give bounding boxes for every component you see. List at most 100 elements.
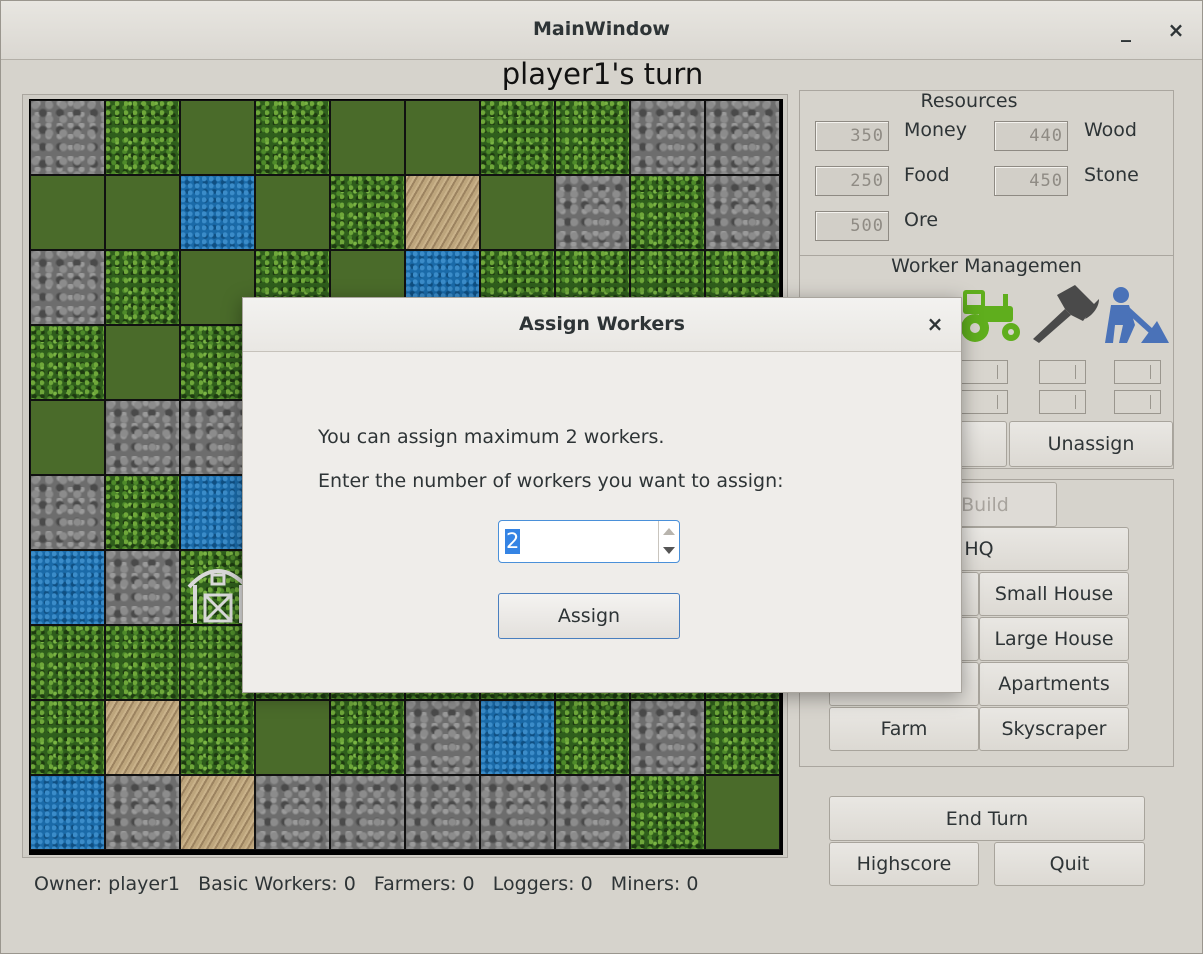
stone-label: Stone (1084, 164, 1139, 186)
tile-field[interactable] (105, 175, 180, 250)
tile-grass[interactable] (105, 250, 180, 325)
build-small-house-button[interactable]: Small House (979, 572, 1129, 616)
tile-rock[interactable] (555, 775, 630, 850)
tile-sand[interactable] (180, 775, 255, 850)
build-apartments-button[interactable]: Apartments (979, 662, 1129, 706)
build-farm-button[interactable]: Farm (829, 707, 979, 751)
turn-label: player1's turn (501, 57, 704, 91)
tile-field[interactable] (255, 175, 330, 250)
assign-workers-dialog: Assign Workers × You can assign maximum … (242, 297, 962, 693)
build-large-house-button[interactable]: Large House (979, 617, 1129, 661)
basic-workers-spin-bottom[interactable] (961, 390, 1008, 414)
tile-rock[interactable] (30, 100, 105, 175)
dialog-close-button[interactable]: × (923, 312, 947, 336)
tile-rock[interactable] (330, 775, 405, 850)
tile-grass[interactable] (480, 100, 555, 175)
tile-grass[interactable] (180, 700, 255, 775)
tile-water[interactable] (180, 175, 255, 250)
food-label: Food (904, 164, 950, 186)
tile-sand[interactable] (405, 175, 480, 250)
farmers-spin-bottom[interactable] (1039, 390, 1086, 414)
dialog-prompt-message: Enter the number of workers you want to … (318, 470, 784, 492)
stone-display: 450 (994, 166, 1068, 196)
tile-rock[interactable] (630, 100, 705, 175)
tile-rock[interactable] (705, 100, 780, 175)
tile-grass[interactable] (630, 775, 705, 850)
dialog-assign-button[interactable]: Assign (498, 593, 680, 639)
worker-count-value[interactable]: 2 (505, 529, 521, 554)
unassign-workers-button[interactable]: Unassign (1009, 421, 1173, 467)
tile-rock[interactable] (105, 775, 180, 850)
tile-grass[interactable] (330, 700, 405, 775)
loggers-spin-bottom[interactable] (1114, 390, 1161, 414)
basic-workers-spin-top[interactable] (961, 360, 1008, 384)
tile-grass[interactable] (330, 175, 405, 250)
tile-grass[interactable] (105, 475, 180, 550)
food-display: 250 (815, 166, 889, 196)
ore-display: 500 (815, 211, 889, 241)
tile-grass[interactable] (630, 175, 705, 250)
tile-water[interactable] (480, 700, 555, 775)
tile-rock[interactable] (555, 175, 630, 250)
tile-rock[interactable] (30, 475, 105, 550)
tile-field[interactable] (705, 775, 780, 850)
tile-rock[interactable] (630, 700, 705, 775)
tile-grass[interactable] (105, 100, 180, 175)
tile-grass[interactable] (555, 700, 630, 775)
tile-rock[interactable] (705, 175, 780, 250)
tile-field[interactable] (480, 175, 555, 250)
tractor-icon (961, 290, 1020, 342)
tile-grass[interactable] (105, 625, 180, 700)
tile-rock[interactable] (405, 700, 480, 775)
spin-up-icon[interactable] (663, 528, 675, 535)
tile-rock[interactable] (30, 250, 105, 325)
dialog-title-bar[interactable]: Assign Workers × (243, 298, 961, 352)
tile-field[interactable] (105, 325, 180, 400)
axe-icon (1033, 285, 1099, 343)
tile-grass[interactable] (705, 700, 780, 775)
tile-field[interactable] (255, 700, 330, 775)
dialog-max-message: You can assign maximum 2 workers. (318, 426, 665, 448)
tile-rock[interactable] (255, 775, 330, 850)
tile-rock[interactable] (105, 550, 180, 625)
build-skyscraper-button[interactable]: Skyscraper (979, 707, 1129, 751)
tile-sand[interactable] (105, 700, 180, 775)
end-turn-button[interactable]: End Turn (829, 796, 1145, 841)
quit-button[interactable]: Quit (994, 842, 1145, 886)
money-display: 350 (815, 121, 889, 151)
tile-grass[interactable] (30, 625, 105, 700)
wood-display: 440 (994, 121, 1068, 151)
dialog-title: Assign Workers (519, 313, 685, 335)
title-bar[interactable]: MainWindow _ × (1, 1, 1202, 60)
tile-rock[interactable] (480, 775, 555, 850)
tile-water[interactable] (30, 775, 105, 850)
tile-grass[interactable] (30, 325, 105, 400)
tile-water[interactable] (30, 550, 105, 625)
resources-title: Resources (920, 90, 1018, 112)
tile-field[interactable] (330, 100, 405, 175)
spinbox-arrows[interactable] (658, 521, 679, 562)
wood-label: Wood (1084, 119, 1137, 141)
close-window-button[interactable]: × (1163, 17, 1189, 43)
status-bar: Owner: player1 Basic Workers: 0 Farmers:… (34, 873, 699, 895)
tile-field[interactable] (405, 100, 480, 175)
tile-rock[interactable] (105, 400, 180, 475)
minimize-button[interactable]: _ (1113, 17, 1139, 43)
miner-icon (1105, 287, 1169, 343)
tile-grass[interactable] (30, 700, 105, 775)
worker-management-title: Worker Managemen (891, 255, 1082, 277)
tile-grass[interactable] (555, 100, 630, 175)
tile-grass[interactable] (255, 100, 330, 175)
tile-field[interactable] (30, 175, 105, 250)
window-title: MainWindow (533, 18, 670, 40)
money-label: Money (904, 119, 967, 141)
farmers-spin-top[interactable] (1039, 360, 1086, 384)
tile-field[interactable] (180, 100, 255, 175)
tile-field[interactable] (30, 400, 105, 475)
highscore-button[interactable]: Highscore (829, 842, 979, 886)
spin-down-icon[interactable] (663, 547, 675, 554)
ore-label: Ore (904, 209, 939, 231)
worker-count-spinbox[interactable]: 2 (498, 520, 680, 563)
loggers-spin-top[interactable] (1114, 360, 1161, 384)
tile-rock[interactable] (405, 775, 480, 850)
